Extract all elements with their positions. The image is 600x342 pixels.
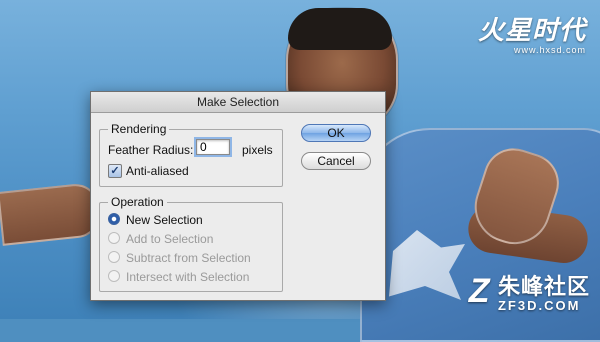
watermark-bottom-cn: 朱峰社区 (497, 274, 590, 299)
feather-radius-label: Feather Radius: (108, 143, 194, 157)
anti-aliased-checkbox[interactable]: ✓ (108, 164, 122, 178)
radio-label-subtract-from-selection: Subtract from Selection (126, 251, 251, 265)
radio-subtract-from-selection (108, 251, 120, 263)
watermark-top: 火星时代 www.hxsd.com (478, 10, 586, 55)
watermark-bottom: Z 朱峰社区 ZF3D.COM (456, 269, 590, 313)
watermark-bottom-en: ZF3D.COM (497, 298, 581, 313)
radio-intersect-with-selection (108, 270, 120, 282)
ok-button[interactable]: OK (301, 124, 371, 142)
feather-unit-label: pixels (242, 143, 273, 157)
radio-label-add-to-selection: Add to Selection (126, 232, 214, 246)
rendering-group-label: Rendering (108, 122, 170, 136)
feather-radius-input[interactable] (196, 139, 230, 155)
radio-new-selection[interactable] (108, 213, 120, 225)
rendering-group: Rendering Feather Radius: pixels ✓ Anti-… (99, 122, 283, 187)
radio-label-new-selection[interactable]: New Selection (126, 213, 203, 227)
person-hair (288, 8, 392, 50)
dialog-title[interactable]: Make Selection (91, 92, 385, 113)
anti-aliased-label[interactable]: Anti-aliased (126, 164, 189, 178)
watermark-z-logo: Z (468, 272, 490, 310)
cancel-button[interactable]: Cancel (301, 152, 371, 170)
radio-add-to-selection (108, 232, 120, 244)
watermark-top-mark: 火星时代 (477, 15, 586, 45)
make-selection-dialog: Make Selection Rendering Feather Radius:… (90, 91, 386, 301)
operation-group: Operation New Selection Add to Selection… (99, 195, 283, 292)
radio-label-intersect-with-selection: Intersect with Selection (126, 270, 250, 284)
operation-group-label: Operation (108, 195, 167, 209)
